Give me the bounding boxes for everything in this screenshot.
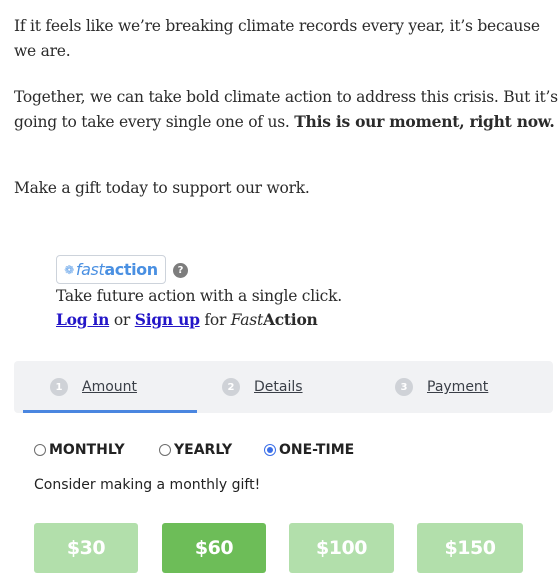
intro-paragraph-2: Together, we can take bold climate actio… <box>14 85 559 134</box>
amount-button-30[interactable]: $30 <box>34 523 138 573</box>
amount-button-100[interactable]: $100 <box>289 523 394 573</box>
fastaction-logo-fast: fast <box>75 260 105 279</box>
radio-yearly[interactable] <box>159 444 171 456</box>
gear-icon: ❁ <box>64 262 74 277</box>
intro-paragraph-3: Make a gift today to support our work. <box>14 179 310 197</box>
step-number-badge: 2 <box>222 378 240 396</box>
frequency-monthly[interactable]: MONTHLY <box>34 442 125 458</box>
tab-label: Amount <box>82 379 138 395</box>
fastaction-links: Log in or Sign up for FastAction <box>56 309 318 331</box>
or-text: or <box>109 311 135 329</box>
intro-paragraph-2-emphasis: This is our moment, right now. <box>294 111 555 131</box>
for-text: for <box>199 311 231 329</box>
active-tab-indicator <box>23 410 197 413</box>
tab-payment[interactable]: 3 Payment <box>395 361 488 413</box>
frequency-label: MONTHLY <box>49 442 125 458</box>
radio-monthly[interactable] <box>34 444 46 456</box>
frequency-label: ONE-TIME <box>279 442 355 458</box>
fastaction-logo[interactable]: ❁ fast action <box>56 255 166 284</box>
frequency-one-time[interactable]: ONE-TIME <box>264 442 354 458</box>
amount-button-60[interactable]: $60 <box>162 523 266 573</box>
tab-label: Payment <box>427 379 489 395</box>
frequency-label: YEARLY <box>174 442 233 458</box>
fastaction-logo-action: action <box>104 260 158 279</box>
help-icon[interactable]: ? <box>173 263 188 278</box>
intro-paragraph-1: If it feels like we’re breaking climate … <box>14 17 540 60</box>
login-link[interactable]: Log in <box>56 310 109 329</box>
tab-amount[interactable]: 1 Amount <box>50 361 137 413</box>
tab-details[interactable]: 2 Details <box>222 361 303 413</box>
brand-action: Action <box>262 310 318 329</box>
monthly-gift-hint: Consider making a monthly gift! <box>34 477 261 493</box>
step-number-badge: 1 <box>50 378 68 396</box>
radio-one-time[interactable] <box>264 444 276 456</box>
tab-label: Details <box>254 379 303 395</box>
step-number-badge: 3 <box>395 378 413 396</box>
donation-steps: 1 Amount 2 Details 3 Payment <box>14 361 553 413</box>
frequency-yearly[interactable]: YEARLY <box>159 442 232 458</box>
signup-link[interactable]: Sign up <box>135 310 200 329</box>
fastaction-tagline: Take future action with a single click. <box>56 287 342 305</box>
brand-fast: Fast <box>230 311 263 329</box>
amount-button-150[interactable]: $150 <box>417 523 523 573</box>
